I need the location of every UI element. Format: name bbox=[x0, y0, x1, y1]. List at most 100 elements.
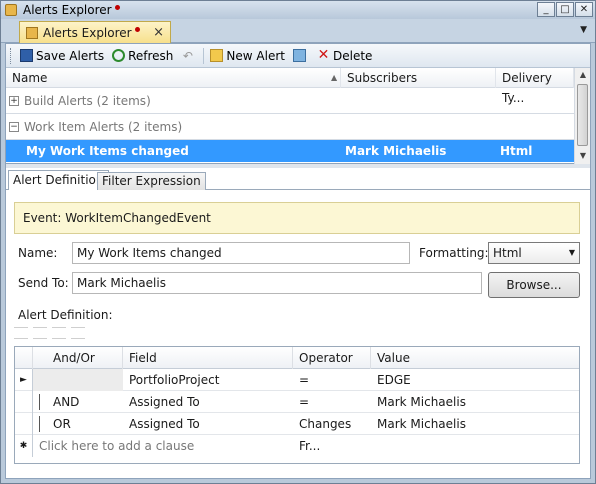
row-header bbox=[15, 391, 33, 413]
undo-button[interactable]: ↶ bbox=[177, 46, 201, 66]
tab-alert-definition[interactable]: Alert Definition bbox=[8, 170, 109, 191]
clause-and-or[interactable]: AND bbox=[47, 391, 123, 413]
alert-subscribers: Mark Michaelis bbox=[345, 144, 447, 158]
undo-icon: ↶ bbox=[182, 49, 193, 63]
group-label: Work Item Alerts (2 items) bbox=[24, 120, 183, 134]
close-tab-icon[interactable]: × bbox=[153, 25, 164, 40]
maximize-button[interactable]: □ bbox=[556, 2, 574, 17]
column-header-operator[interactable]: Operator bbox=[293, 347, 371, 369]
save-alerts-label: Save Alerts bbox=[36, 48, 105, 63]
alerts-explorer-window: Alerts Explorer _ □ ✕ Alerts Explorer × … bbox=[0, 0, 596, 484]
toolbar-separator bbox=[203, 47, 205, 64]
close-window-button[interactable]: ✕ bbox=[575, 2, 593, 17]
delete-button[interactable]: ✕ Delete bbox=[313, 46, 376, 66]
new-alert-icon bbox=[210, 49, 224, 62]
formatting-value: Html bbox=[493, 246, 522, 260]
delete-clause-icon[interactable] bbox=[33, 327, 47, 339]
clause-operator[interactable]: = bbox=[293, 369, 371, 391]
row-header bbox=[15, 413, 33, 435]
group-label: Build Alerts (2 items) bbox=[24, 94, 151, 108]
sort-ascending-icon: ▲ bbox=[331, 73, 338, 82]
new-alert-button[interactable]: New Alert bbox=[206, 46, 289, 66]
add-clause-prompt[interactable]: Click here to add a clause bbox=[33, 435, 333, 457]
clause-grid-header: And/Or Field Operator Value bbox=[15, 347, 579, 369]
clause-field[interactable]: Assigned To bbox=[123, 391, 293, 413]
tab-label: Alerts Explorer bbox=[43, 25, 132, 40]
collapse-icon[interactable]: − bbox=[9, 122, 19, 132]
refresh-label: Refresh bbox=[128, 48, 174, 63]
alert-options-button[interactable] bbox=[289, 46, 313, 66]
add-clause-row[interactable]: ✱ Click here to add a clause bbox=[15, 435, 579, 457]
ungroup-clauses-icon[interactable] bbox=[71, 327, 85, 339]
clause-and-or[interactable] bbox=[33, 369, 123, 391]
row-header-corner bbox=[15, 347, 33, 369]
column-header-subscribers[interactable]: Subscribers bbox=[341, 68, 496, 88]
window-controls: _ □ ✕ bbox=[537, 2, 593, 17]
alerts-toolbar: Save Alerts Refresh ↶ New Alert ✕ Delete bbox=[6, 44, 590, 68]
group-clauses-icon[interactable] bbox=[52, 327, 66, 339]
alerts-list-header: Name ▲ Subscribers Delivery Ty... bbox=[6, 68, 574, 105]
expand-icon[interactable]: + bbox=[9, 96, 19, 106]
send-to-field[interactable]: Mark Michaelis bbox=[72, 272, 482, 294]
browse-button[interactable]: Browse... bbox=[488, 272, 580, 298]
column-header-delivery-type[interactable]: Delivery Ty... bbox=[496, 68, 574, 105]
alert-definition-pane: Event: WorkItemChangedEvent Name: My Wor… bbox=[6, 190, 590, 478]
refresh-button[interactable]: Refresh bbox=[108, 46, 177, 66]
scroll-down-icon[interactable]: ▼ bbox=[575, 149, 591, 163]
column-header-and-or[interactable]: And/Or bbox=[47, 347, 123, 369]
alert-row-selected[interactable]: My Work Items changed Mark Michaelis Htm… bbox=[6, 140, 574, 162]
clause-field[interactable]: PortfolioProject bbox=[123, 369, 293, 391]
minimize-button[interactable]: _ bbox=[537, 2, 555, 17]
clause-row[interactable]: AND Assigned To = Mark Michaelis bbox=[15, 391, 579, 413]
tab-overflow-icon[interactable]: ▼ bbox=[580, 25, 587, 35]
group-bracket bbox=[39, 416, 43, 432]
name-field[interactable]: My Work Items changed bbox=[72, 242, 410, 264]
alert-delivery-type: Html bbox=[500, 144, 533, 158]
name-label: Name: bbox=[18, 246, 58, 260]
clause-toolbar bbox=[14, 327, 85, 339]
group-build-alerts[interactable]: + Build Alerts (2 items) bbox=[6, 88, 574, 114]
clause-value[interactable]: Mark Michaelis bbox=[371, 413, 579, 435]
group-bracket bbox=[39, 394, 43, 410]
alerts-list-scrollbar[interactable]: ▲ ▼ bbox=[574, 68, 590, 164]
clause-value[interactable]: EDGE bbox=[371, 369, 579, 391]
toolbar-grip[interactable] bbox=[10, 47, 13, 64]
clause-row[interactable]: OR Assigned To Changes Fr... Mark Michae… bbox=[15, 413, 579, 453]
clause-field[interactable]: Assigned To bbox=[123, 413, 293, 435]
clause-operator[interactable]: Changes Fr... bbox=[293, 413, 371, 453]
app-icon bbox=[5, 4, 17, 16]
clause-grid: And/Or Field Operator Value ► PortfolioP… bbox=[14, 346, 580, 464]
tab-alerts-explorer[interactable]: Alerts Explorer × bbox=[19, 21, 171, 43]
column-header-field[interactable]: Field bbox=[123, 347, 293, 369]
alert-definition-label: Alert Definition: bbox=[18, 308, 113, 322]
scrollbar-thumb[interactable] bbox=[577, 84, 588, 146]
current-row-icon: ► bbox=[15, 369, 33, 391]
document-tab-strip: Alerts Explorer × ▼ bbox=[1, 19, 595, 43]
insert-clause-icon[interactable] bbox=[14, 327, 28, 339]
detail-tab-strip: Alert Definition Filter Expression bbox=[6, 168, 590, 191]
alerts-list: Name ▲ Subscribers Delivery Ty... + Buil… bbox=[6, 68, 590, 164]
tab-unsaved-indicator-icon bbox=[134, 27, 140, 32]
clause-operator[interactable]: = bbox=[293, 391, 371, 413]
alerts-panel: Save Alerts Refresh ↶ New Alert ✕ Delete bbox=[5, 43, 591, 479]
save-icon bbox=[20, 49, 33, 62]
send-to-label: Send To: bbox=[18, 276, 69, 290]
scroll-up-icon[interactable]: ▲ bbox=[575, 68, 591, 82]
title-bar[interactable]: Alerts Explorer _ □ ✕ bbox=[1, 1, 595, 19]
column-header-value[interactable]: Value bbox=[371, 347, 579, 369]
chevron-down-icon: ▼ bbox=[568, 248, 575, 257]
clause-value[interactable]: Mark Michaelis bbox=[371, 391, 579, 413]
group-work-item-alerts[interactable]: − Work Item Alerts (2 items) bbox=[6, 114, 574, 140]
column-header-name[interactable]: Name bbox=[6, 68, 341, 88]
tab-filter-expression[interactable]: Filter Expression bbox=[97, 172, 206, 190]
new-row-icon: ✱ bbox=[15, 435, 33, 457]
delete-icon: ✕ bbox=[317, 47, 330, 63]
clause-row[interactable]: ► PortfolioProject = EDGE bbox=[15, 369, 579, 391]
window-title: Alerts Explorer bbox=[23, 3, 112, 17]
clause-and-or[interactable]: OR bbox=[47, 413, 123, 435]
formatting-select[interactable]: Html ▼ bbox=[488, 242, 580, 264]
event-banner: Event: WorkItemChangedEvent bbox=[14, 202, 580, 234]
save-alerts-button[interactable]: Save Alerts bbox=[16, 46, 108, 66]
formatting-label: Formatting: bbox=[419, 246, 489, 260]
alert-options-icon bbox=[292, 49, 306, 62]
